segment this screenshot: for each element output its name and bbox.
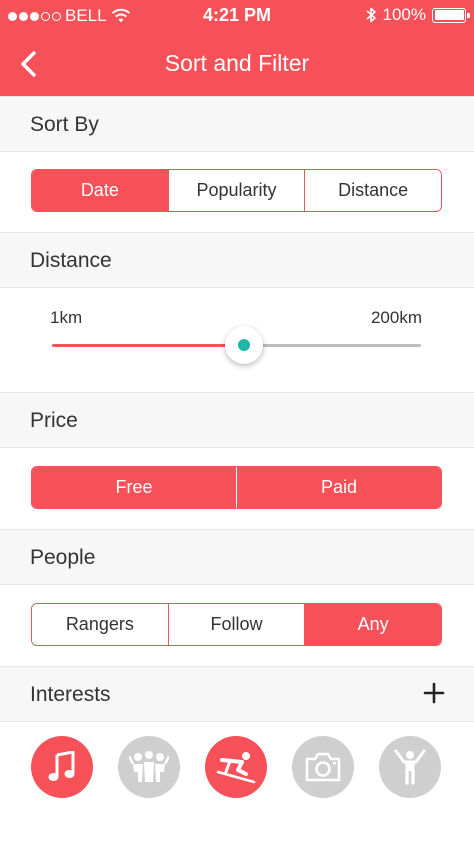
- section-price: Price: [0, 392, 474, 448]
- skiing-icon: [216, 752, 256, 784]
- page-title: Sort and Filter: [164, 50, 310, 76]
- camera-icon: [305, 752, 341, 782]
- interest-fitness[interactable]: [379, 736, 441, 798]
- distance-slider-track-filled[interactable]: [52, 344, 244, 347]
- battery-percent: 100%: [382, 5, 426, 24]
- people-segment: Rangers Follow Any: [31, 603, 442, 646]
- section-sort-by: Sort By: [0, 96, 474, 152]
- distance-slider-track[interactable]: [243, 344, 421, 347]
- sort-option-popularity[interactable]: Popularity: [168, 170, 306, 211]
- status-right: 100%: [365, 5, 470, 25]
- section-people: People: [0, 529, 474, 585]
- bluetooth-icon: [365, 7, 376, 23]
- people-option-follow[interactable]: Follow: [168, 604, 306, 645]
- battery-icon: [432, 7, 470, 23]
- price-option-free[interactable]: Free: [32, 467, 237, 508]
- price-label: Price: [30, 409, 78, 432]
- sort-option-date[interactable]: Date: [32, 170, 169, 211]
- interest-music[interactable]: [31, 736, 93, 798]
- interest-photography[interactable]: [292, 736, 354, 798]
- group-people-icon: [129, 751, 169, 782]
- sort-by-segment: Date Popularity Distance: [31, 169, 442, 212]
- price-option-paid[interactable]: Paid: [237, 467, 441, 508]
- distance-min-label: 1km: [50, 308, 83, 327]
- section-distance: Distance: [0, 232, 474, 288]
- status-bar: BELL 4:21 PM 100%: [0, 0, 474, 32]
- interest-groups[interactable]: [118, 736, 180, 798]
- music-note-icon: [48, 751, 75, 781]
- distance-max-label: 200km: [370, 308, 422, 327]
- distance-slider-thumb[interactable]: [224, 326, 263, 364]
- person-celebrating-icon: [394, 749, 426, 785]
- people-option-rangers[interactable]: Rangers: [32, 604, 169, 645]
- sort-by-label: Sort By: [30, 113, 99, 136]
- section-interests: Interests: [0, 666, 474, 722]
- interest-skiing[interactable]: [205, 736, 267, 798]
- price-segment: Free Paid: [31, 466, 442, 509]
- interests-label: Interests: [30, 683, 111, 706]
- add-interest-button[interactable]: [422, 681, 446, 705]
- slider-thumb-dot: [237, 339, 250, 351]
- people-label: People: [30, 546, 96, 569]
- sort-option-distance[interactable]: Distance: [305, 170, 441, 211]
- distance-label: Distance: [30, 249, 112, 272]
- people-option-any[interactable]: Any: [305, 604, 441, 645]
- interests-list: [0, 736, 474, 798]
- nav-header: BELL 4:21 PM 100% Sort and Filter: [0, 0, 474, 96]
